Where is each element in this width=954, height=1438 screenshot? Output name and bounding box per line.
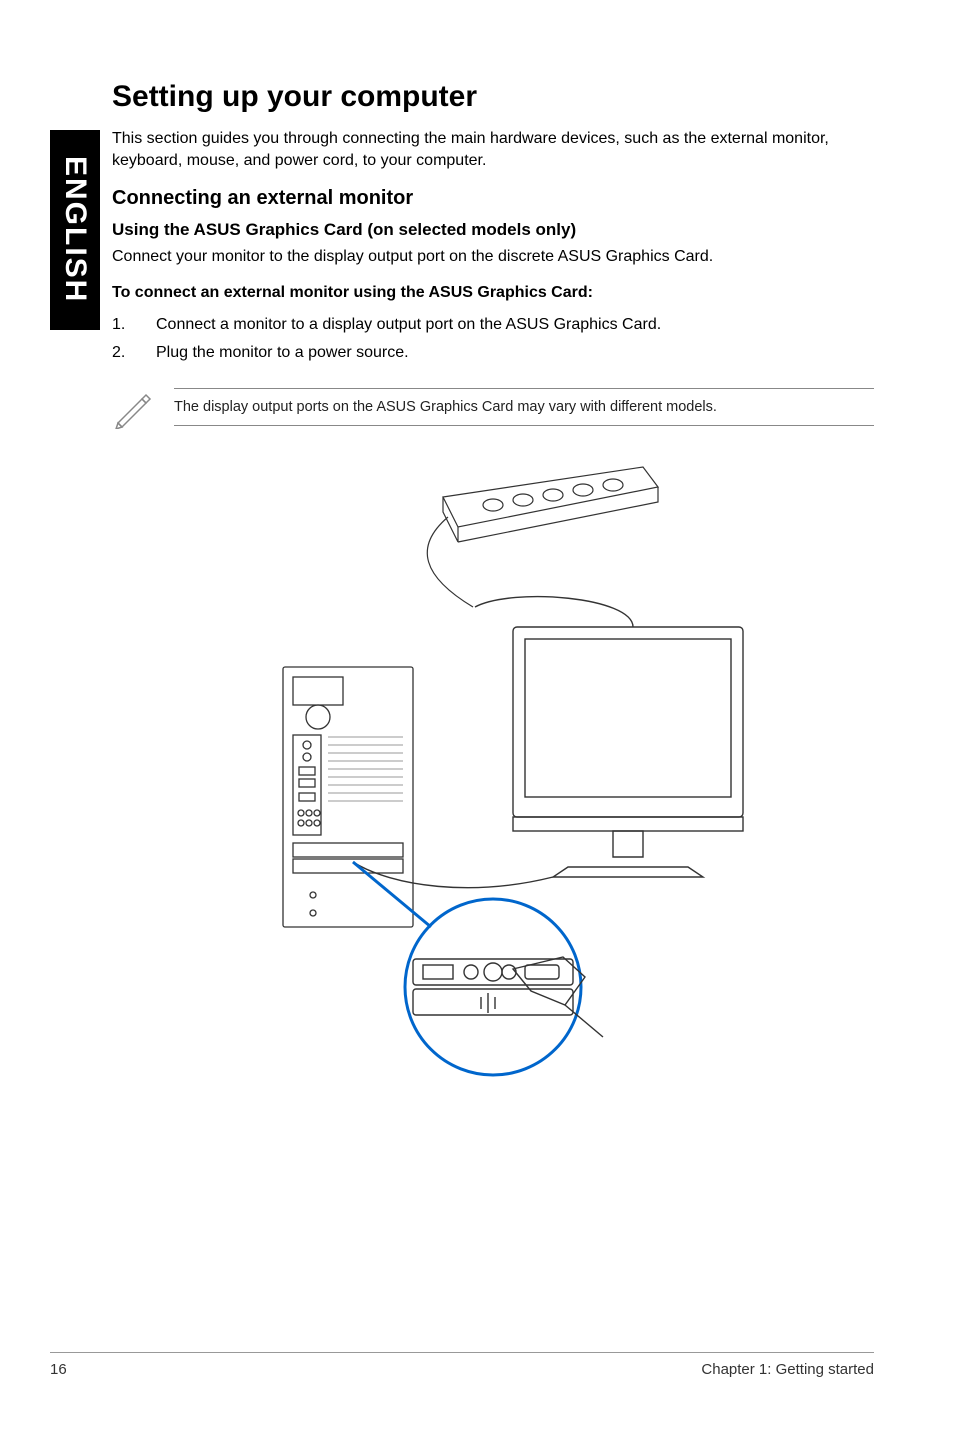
page-number: 16 xyxy=(50,1361,67,1378)
step-text: Plug the monitor to a power source. xyxy=(156,342,409,364)
intro-text: This section guides you through connecti… xyxy=(112,128,874,171)
language-tab: ENGLISH xyxy=(50,130,100,330)
connection-diagram xyxy=(112,457,874,1077)
subsection-heading: Using the ASUS Graphics Card (on selecte… xyxy=(112,220,874,240)
page-title: Setting up your computer xyxy=(112,80,874,114)
page-footer: 16 Chapter 1: Getting started xyxy=(50,1352,874,1378)
pencil-icon xyxy=(112,385,156,429)
step-number: 2. xyxy=(112,342,156,364)
list-item: 1. Connect a monitor to a display output… xyxy=(112,314,874,336)
note-block: The display output ports on the ASUS Gra… xyxy=(112,385,874,429)
step-number: 1. xyxy=(112,314,156,336)
step-text: Connect a monitor to a display output po… xyxy=(156,314,661,336)
chapter-label: Chapter 1: Getting started xyxy=(701,1361,874,1378)
list-item: 2. Plug the monitor to a power source. xyxy=(112,342,874,364)
note-text: The display output ports on the ASUS Gra… xyxy=(174,388,874,426)
body-paragraph: Connect your monitor to the display outp… xyxy=(112,246,874,268)
section-heading: Connecting an external monitor xyxy=(112,187,874,210)
language-label: ENGLISH xyxy=(58,156,92,303)
procedure-title: To connect an external monitor using the… xyxy=(112,284,874,302)
steps-list: 1. Connect a monitor to a display output… xyxy=(112,314,874,365)
